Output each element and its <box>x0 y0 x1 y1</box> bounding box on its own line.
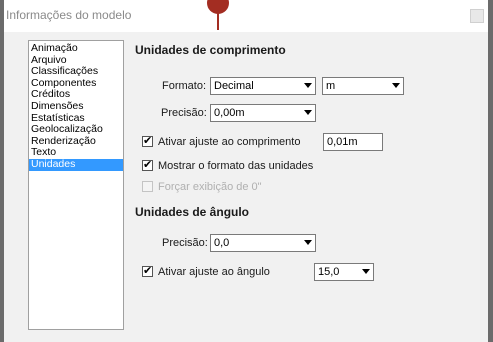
length-precision-value: 0,00m <box>214 107 245 119</box>
format-select[interactable]: Decimal <box>210 77 316 95</box>
angle-units-title: Unidades de ângulo <box>135 205 250 219</box>
chevron-down-icon <box>304 110 312 115</box>
show-format-checkbox[interactable]: ✔ <box>142 159 153 171</box>
chevron-down-icon <box>392 83 400 88</box>
format-label: Formato: <box>162 80 207 92</box>
angle-snap-value: 15,0 <box>318 266 340 278</box>
show-format-label: Mostrar o formato das unidades <box>158 160 314 172</box>
chevron-down-icon <box>304 240 312 245</box>
force-zero-label: Forçar exibição de 0" <box>158 181 262 193</box>
unit-select-value: m <box>326 80 336 92</box>
angle-snap-select[interactable]: 15,0 <box>314 263 374 281</box>
force-zero-checkbox[interactable] <box>142 181 153 192</box>
check-icon: ✔ <box>143 135 153 147</box>
unit-select[interactable]: m <box>322 77 404 95</box>
length-precision-select[interactable]: 0,00m <box>210 104 316 122</box>
sidebar-item-dimensoes[interactable]: Dimensões <box>29 100 123 113</box>
sidebar-item-unidades[interactable]: Unidades <box>29 158 123 171</box>
chevron-down-icon <box>304 83 312 88</box>
category-list[interactable]: Animação Arquivo Classificações Componen… <box>28 40 124 330</box>
sidebar-item-animacao[interactable]: Animação <box>29 42 123 55</box>
marker-stem <box>217 12 219 30</box>
format-select-value: Decimal <box>214 80 254 92</box>
close-button[interactable] <box>470 9 484 23</box>
angle-precision-value: 0,0 <box>214 237 230 249</box>
angle-precision-select[interactable]: 0,0 <box>210 234 316 252</box>
check-icon: ✔ <box>143 159 153 171</box>
length-snap-checkbox[interactable]: ✔ <box>142 135 153 147</box>
sidebar-item-geolocalizacao[interactable]: Geolocalização <box>29 124 123 136</box>
angle-snap-label: Ativar ajuste ao ângulo <box>158 266 270 278</box>
window-title: Informações do modelo <box>6 8 132 22</box>
window-frame-right <box>488 0 493 342</box>
angle-precision-label: Precisão: <box>162 237 208 249</box>
title-bar: Informações do modelo <box>4 0 488 32</box>
model-info-dialog: Informações do modelo Animação Arquivo C… <box>4 0 488 342</box>
length-units-title: Unidades de comprimento <box>135 43 286 57</box>
length-snap-value: 0,01m <box>327 136 358 148</box>
length-precision-label: Precisão: <box>161 107 207 119</box>
length-snap-label: Ativar ajuste ao comprimento <box>158 136 301 148</box>
check-icon: ✔ <box>143 265 153 277</box>
chevron-down-icon <box>362 269 370 274</box>
length-snap-input[interactable]: 0,01m <box>323 133 383 151</box>
angle-snap-checkbox[interactable]: ✔ <box>142 265 153 277</box>
